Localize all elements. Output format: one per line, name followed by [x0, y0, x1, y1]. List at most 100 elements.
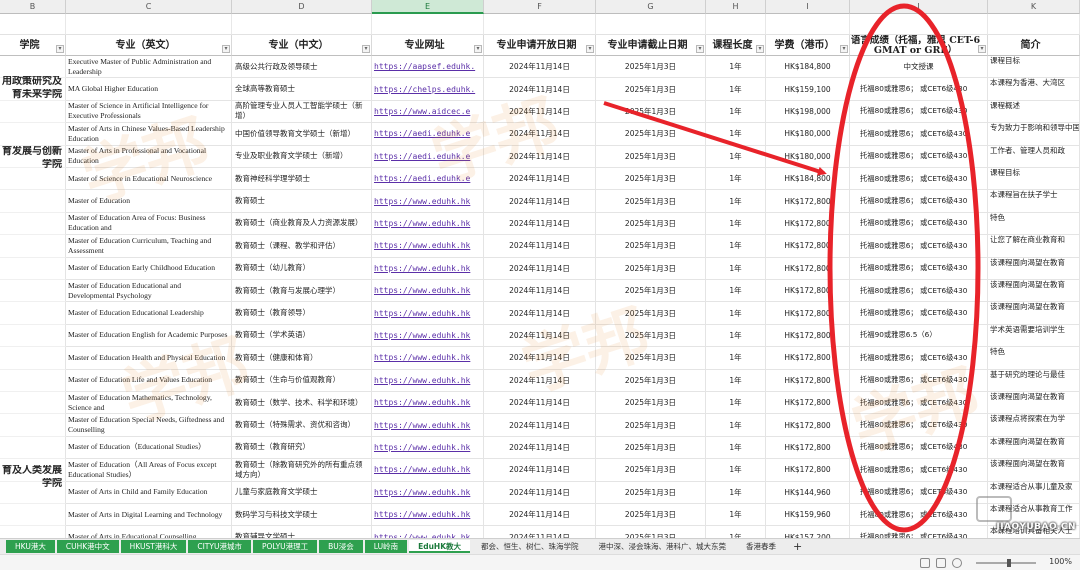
tuition-cell[interactable]: HK$180,000: [766, 145, 850, 168]
tuition-cell[interactable]: HK$172,800: [766, 302, 850, 325]
open-date-cell[interactable]: 2024年11月14日: [484, 324, 596, 348]
duration-cell[interactable]: 1年: [706, 212, 766, 236]
filter-dropdown-icon[interactable]: ▾: [840, 45, 848, 53]
view-layout-icon[interactable]: [952, 558, 962, 568]
tuition-cell[interactable]: HK$180,000: [766, 123, 850, 146]
blank-cell[interactable]: [0, 14, 66, 35]
program-en-cell[interactable]: Master of Education Life and Values Educ…: [66, 369, 232, 392]
tuition-cell[interactable]: HK$144,960: [766, 481, 850, 504]
close-date-cell[interactable]: 2025年1月3日: [596, 190, 706, 213]
tuition-cell[interactable]: HK$159,100: [766, 78, 850, 101]
blank-cell[interactable]: [372, 14, 484, 35]
program-zh-cell[interactable]: 教育硕士（数学、技术、科学和环境）: [232, 392, 372, 415]
duration-cell[interactable]: 1年: [706, 257, 766, 280]
close-date-cell[interactable]: 2025年1月3日: [596, 392, 706, 415]
program-en-cell[interactable]: Master of Science in Artificial Intellig…: [66, 100, 232, 124]
column-letter-b[interactable]: B: [0, 0, 66, 14]
close-date-cell[interactable]: 2025年1月3日: [596, 100, 706, 124]
column-letter-f[interactable]: F: [484, 0, 596, 14]
open-date-cell[interactable]: 2024年11月14日: [484, 280, 596, 303]
zoom-slider-knob[interactable]: [1007, 559, 1011, 567]
open-date-cell[interactable]: 2024年11月14日: [484, 56, 596, 79]
intro-cell[interactable]: 该课程面向渴望在教育: [988, 280, 1080, 303]
filter-dropdown-icon[interactable]: ▾: [586, 45, 594, 53]
college-cell[interactable]: [0, 190, 66, 213]
intro-cell[interactable]: 本课程旨在扶子学士: [988, 190, 1080, 213]
blank-cell[interactable]: [66, 14, 232, 35]
intro-cell[interactable]: 特色: [988, 212, 1080, 236]
blank-cell[interactable]: [232, 14, 372, 35]
close-date-cell[interactable]: 2025年1月3日: [596, 145, 706, 168]
intro-cell[interactable]: 该课程面向渴望在教育: [988, 257, 1080, 280]
tuition-cell[interactable]: HK$184,800: [766, 168, 850, 191]
language-requirement-cell[interactable]: 托福80或雅思6； 或CET6级430: [850, 212, 988, 236]
open-date-cell[interactable]: 2024年11月14日: [484, 392, 596, 415]
program-en-cell[interactable]: Master of Arts in Professional and Vocat…: [66, 145, 232, 168]
close-date-cell[interactable]: 2025年1月3日: [596, 504, 706, 527]
language-requirement-cell[interactable]: 托福80或雅思6； 或CET6级430: [850, 257, 988, 280]
zoom-level[interactable]: 100%: [1049, 557, 1072, 566]
program-url-link[interactable]: https://www.eduhk.hk: [372, 481, 484, 504]
program-en-cell[interactable]: MA Global Higher Education: [66, 78, 232, 101]
close-date-cell[interactable]: 2025年1月3日: [596, 257, 706, 280]
duration-cell[interactable]: 1年: [706, 481, 766, 504]
duration-cell[interactable]: 1年: [706, 235, 766, 258]
duration-cell[interactable]: 1年: [706, 280, 766, 303]
open-date-cell[interactable]: 2024年11月14日: [484, 78, 596, 101]
filter-dropdown-icon[interactable]: ▾: [978, 45, 986, 53]
open-date-cell[interactable]: 2024年11月14日: [484, 168, 596, 191]
program-url-link[interactable]: https://aedi.eduhk.e: [372, 145, 484, 168]
program-url-link[interactable]: https://www.eduhk.hk: [372, 392, 484, 415]
intro-cell[interactable]: 课程概述: [988, 100, 1080, 124]
program-en-cell[interactable]: Master of Arts in Digital Learning and T…: [66, 504, 232, 527]
college-cell[interactable]: [0, 100, 66, 124]
language-requirement-cell[interactable]: 托福80或雅思6； 或CET6级430: [850, 459, 988, 482]
program-en-cell[interactable]: Master of Education Health and Physical …: [66, 347, 232, 370]
tuition-cell[interactable]: HK$159,960: [766, 504, 850, 527]
program-zh-cell[interactable]: 教育硕士: [232, 190, 372, 213]
close-date-cell[interactable]: 2025年1月3日: [596, 436, 706, 460]
tuition-cell[interactable]: HK$172,800: [766, 414, 850, 437]
sheet-tab[interactable]: POLYU港理工: [252, 540, 318, 553]
duration-cell[interactable]: 1年: [706, 123, 766, 146]
program-zh-cell[interactable]: 教育硕士（学术英语）: [232, 324, 372, 348]
blank-cell[interactable]: [850, 14, 988, 35]
program-zh-cell[interactable]: 教育硕士（除教育研究外的所有重点领域方向）: [232, 459, 372, 482]
intro-cell[interactable]: 学术英语需要培训学生: [988, 324, 1080, 348]
close-date-cell[interactable]: 2025年1月3日: [596, 414, 706, 437]
tuition-cell[interactable]: HK$198,000: [766, 100, 850, 124]
program-zh-cell[interactable]: 教育硕士（教育与发展心理学）: [232, 280, 372, 303]
duration-cell[interactable]: 1年: [706, 302, 766, 325]
language-requirement-cell[interactable]: 托福80或雅思6； 或CET6级430: [850, 302, 988, 325]
filter-dropdown-icon[interactable]: ▾: [222, 45, 230, 53]
program-url-link[interactable]: https://www.eduhk.hk: [372, 347, 484, 370]
tuition-cell[interactable]: HK$157,200: [766, 526, 850, 538]
duration-cell[interactable]: 1年: [706, 504, 766, 527]
college-cell[interactable]: [0, 302, 66, 325]
language-requirement-cell[interactable]: 托福80或雅思6； 或CET6级430: [850, 235, 988, 258]
language-requirement-cell[interactable]: 托福80或雅思6； 或CET6级430: [850, 526, 988, 538]
close-date-cell[interactable]: 2025年1月3日: [596, 369, 706, 392]
open-date-cell[interactable]: 2024年11月14日: [484, 414, 596, 437]
program-en-cell[interactable]: Master of Arts in Educational Counsellin…: [66, 526, 232, 538]
duration-cell[interactable]: 1年: [706, 324, 766, 348]
program-url-link[interactable]: https://aapsef.eduhk.: [372, 56, 484, 79]
language-requirement-cell[interactable]: 托福80或雅思6； 或CET6级430: [850, 100, 988, 124]
close-date-cell[interactable]: 2025年1月3日: [596, 324, 706, 348]
tuition-cell[interactable]: HK$184,800: [766, 56, 850, 79]
language-requirement-cell[interactable]: 托福80或雅思6； 或CET6级430: [850, 504, 988, 527]
close-date-cell[interactable]: 2025年1月3日: [596, 123, 706, 146]
program-en-cell[interactable]: Master of Education Area of Focus: Busin…: [66, 212, 232, 236]
intro-cell[interactable]: 专为致力于影响和领导中国: [988, 123, 1080, 146]
language-requirement-cell[interactable]: 托福80或雅思6； 或CET6级430: [850, 347, 988, 370]
zoom-slider[interactable]: [976, 559, 1036, 567]
college-cell[interactable]: [0, 504, 66, 527]
intro-cell[interactable]: 课程目标: [988, 56, 1080, 79]
tuition-cell[interactable]: HK$172,800: [766, 459, 850, 482]
program-en-cell[interactable]: Master of Science in Educational Neurosc…: [66, 168, 232, 191]
college-cell[interactable]: [0, 526, 66, 538]
close-date-cell[interactable]: 2025年1月3日: [596, 459, 706, 482]
open-date-cell[interactable]: 2024年11月14日: [484, 190, 596, 213]
blank-cell[interactable]: [596, 14, 706, 35]
program-en-cell[interactable]: Master of Arts in Child and Family Educa…: [66, 481, 232, 504]
